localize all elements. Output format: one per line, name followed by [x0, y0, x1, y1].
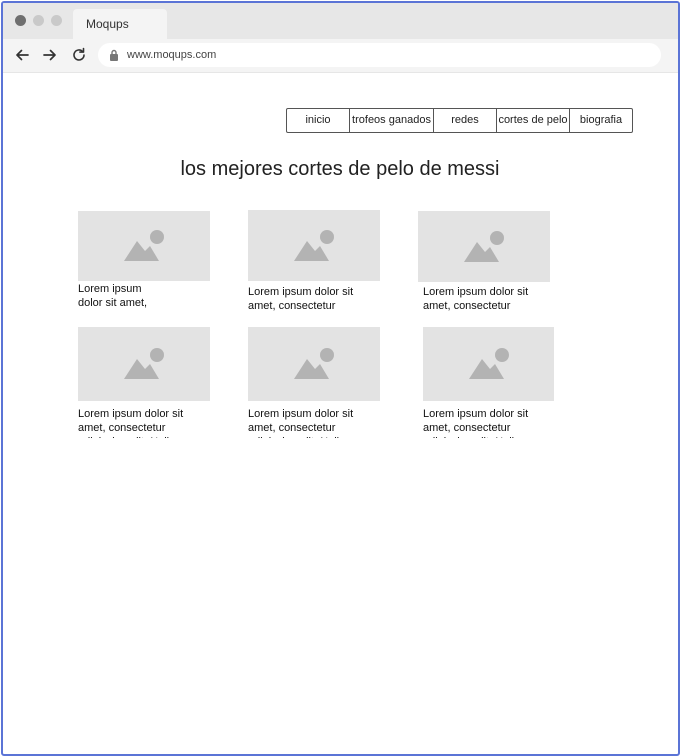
- title-bar: Moqups: [3, 3, 678, 39]
- image-card: Lorem ipsum dolor sit amet, consectetur: [248, 210, 380, 313]
- address-bar[interactable]: www.moqups.com: [98, 43, 661, 67]
- card-caption: Lorem ipsum dolor sit amet, consectetur …: [78, 408, 184, 438]
- browser-tab[interactable]: Moqups: [73, 9, 167, 39]
- image-card: Lorem ipsum dolor sit amet, consectetur …: [423, 327, 554, 438]
- nav-item-trofeos-ganados[interactable]: trofeos ganados: [349, 109, 433, 132]
- image-placeholder: [78, 327, 210, 401]
- nav-item-inicio[interactable]: inicio: [287, 109, 349, 132]
- image-placeholder-icon: [124, 230, 164, 261]
- image-card: Lorem ipsum dolor sit amet, consectetur …: [78, 327, 210, 438]
- image-placeholder: [248, 210, 380, 281]
- image-placeholder: [78, 211, 210, 281]
- arrow-left-icon[interactable]: [13, 46, 31, 64]
- browser-toolbar: www.moqups.com: [3, 39, 678, 73]
- image-placeholder-icon: [294, 229, 334, 261]
- card-caption: Lorem ipsum dolor sit amet, consectetur: [248, 286, 354, 312]
- nav-item-cortes-de-pelo[interactable]: cortes de pelo: [496, 109, 569, 132]
- reload-icon[interactable]: [70, 46, 88, 64]
- page-title: los mejores cortes de pelo de messi: [180, 158, 500, 180]
- tab-title: Moqups: [86, 17, 129, 31]
- nav-item-biografia[interactable]: biografia: [569, 109, 632, 132]
- image-card: Lorem ipsum dolor sit amet, consectetur …: [248, 327, 380, 438]
- card-caption: Lorem ipsum dolor sit amet, consectetur: [423, 286, 529, 312]
- image-placeholder-icon: [294, 348, 334, 379]
- url-text: www.moqups.com: [127, 49, 217, 61]
- window-close-dot[interactable]: [15, 15, 26, 26]
- lock-icon: [109, 49, 119, 61]
- image-placeholder-icon: [468, 348, 509, 379]
- card-caption: Lorem ipsum dolor sit amet,: [78, 283, 148, 309]
- image-placeholder: [418, 211, 550, 282]
- image-card: Lorem ipsum dolor sit amet,: [78, 211, 210, 310]
- window-maximize-dot[interactable]: [51, 15, 62, 26]
- image-placeholder-icon: [464, 230, 504, 262]
- card-caption: Lorem ipsum dolor sit amet, consectetur …: [248, 408, 354, 438]
- arrow-right-icon[interactable]: [41, 46, 59, 64]
- image-placeholder: [423, 327, 554, 401]
- card-caption: Lorem ipsum dolor sit amet, consectetur …: [423, 408, 529, 438]
- image-placeholder: [248, 327, 380, 401]
- nav-item-redes[interactable]: redes: [433, 109, 496, 132]
- window-minimize-dot[interactable]: [33, 15, 44, 26]
- image-card: Lorem ipsum dolor sit amet, consectetur: [418, 211, 550, 313]
- main-nav: inicio trofeos ganados redes cortes de p…: [286, 108, 633, 133]
- image-placeholder-icon: [124, 348, 164, 379]
